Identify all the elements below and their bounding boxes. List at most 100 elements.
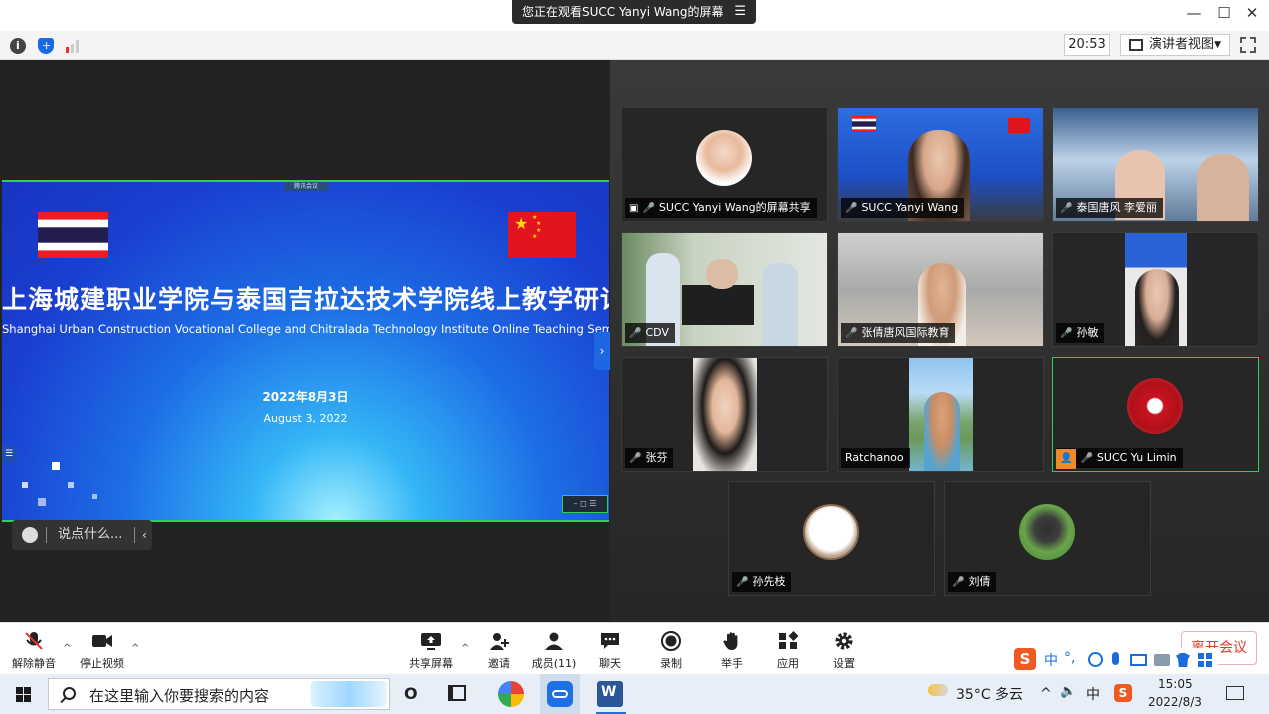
- chevron-left-icon[interactable]: ‹: [142, 520, 147, 550]
- participant-tile[interactable]: 🎤 孙先枝: [728, 481, 935, 596]
- voice-input-icon[interactable]: [1112, 652, 1119, 665]
- participant-face: [924, 392, 960, 471]
- fullscreen-icon[interactable]: [1240, 37, 1256, 53]
- mic-muted-icon: 🎤: [629, 453, 642, 464]
- shirt-icon[interactable]: [1176, 653, 1190, 667]
- ime-toolbar[interactable]: S 中 °,: [1012, 648, 1218, 670]
- share-screen-icon: [421, 633, 441, 650]
- decor-pixel: [52, 462, 60, 470]
- participant-tile[interactable]: 🎤 孙敏: [1052, 232, 1259, 347]
- ime-menu-icon[interactable]: [1198, 653, 1212, 667]
- avatar: [1127, 378, 1183, 434]
- screen-share-banner[interactable]: 您正在观看SUCC Yanyi Wang的屏幕 ☰: [512, 0, 756, 24]
- participant-label: 👤 🎤 SUCC Yu Limin: [1056, 448, 1183, 469]
- participant-name: CDV: [645, 326, 669, 339]
- shared-slide: 腾讯会议 ★ ★ ★ ★ ★ 上海城建职业学院与泰国吉拉达技术学院线上教学研讨会…: [2, 180, 609, 522]
- volume-icon[interactable]: 🔈: [1060, 684, 1076, 699]
- participant-label: Ratchanoo: [841, 448, 910, 468]
- security-shield-icon[interactable]: +: [38, 38, 54, 54]
- gear-icon: [835, 632, 853, 650]
- invite-button[interactable]: 邀请: [469, 631, 529, 671]
- participant-name: 泰国唐风 李爱丽: [1076, 201, 1157, 214]
- maximize-button[interactable]: ☐: [1214, 4, 1234, 22]
- participant-tile[interactable]: Ratchanoo: [837, 357, 1044, 472]
- collapse-panel-handle[interactable]: ›: [594, 332, 610, 370]
- participant-tile[interactable]: 🎤 张芬: [621, 357, 828, 472]
- mic-options-caret[interactable]: ^: [63, 643, 71, 654]
- add-user-icon: [490, 633, 509, 650]
- participant-tile[interactable]: 🎤 刘倩: [944, 481, 1151, 596]
- decor-pixel: [22, 482, 28, 488]
- apps-label: 应用: [777, 657, 799, 670]
- layout-icon: [1129, 39, 1143, 51]
- windows-start-icon[interactable]: [16, 687, 31, 702]
- participant-tile[interactable]: ▣ 🎤 SUCC Yanyi Wang的屏幕共享: [621, 107, 828, 222]
- signal-strength-icon[interactable]: [66, 38, 82, 54]
- cortana-icon[interactable]: O: [404, 684, 418, 703]
- unmute-label: 解除静音: [12, 657, 56, 670]
- ime-language[interactable]: 中: [1044, 650, 1058, 670]
- banner-menu-icon[interactable]: ☰: [734, 0, 746, 24]
- record-icon: [661, 631, 681, 651]
- slide-subtitle: Shanghai Urban Construction Vocational C…: [2, 322, 609, 336]
- mic-muted-icon: 🎤: [952, 577, 965, 588]
- search-placeholder: 在这里输入你要搜索的内容: [89, 687, 270, 705]
- decor-pixel: [92, 494, 97, 499]
- avatar: [803, 504, 859, 560]
- participant-label: 🎤 张芬: [625, 448, 674, 468]
- participant-face: [706, 259, 738, 289]
- sogou-logo-icon: S: [1014, 648, 1036, 670]
- emoji-icon[interactable]: [22, 527, 38, 543]
- view-label: 演讲者视图: [1149, 37, 1215, 52]
- close-button[interactable]: ✕: [1242, 4, 1262, 22]
- skin-icon[interactable]: [1154, 654, 1170, 666]
- raise-hand-button[interactable]: 举手: [702, 631, 762, 671]
- input-language-indicator[interactable]: 中: [1086, 684, 1100, 704]
- browser-app-icon[interactable]: [498, 681, 524, 707]
- share-screen-button[interactable]: 共享屏幕: [401, 631, 461, 671]
- info-icon[interactable]: i: [10, 38, 26, 54]
- side-menu-handle[interactable]: ☰: [2, 446, 16, 462]
- settings-button[interactable]: 设置: [814, 631, 874, 671]
- minimize-button[interactable]: —: [1184, 4, 1204, 22]
- members-label: 成员(11): [531, 657, 577, 670]
- divider: [134, 527, 135, 543]
- tray-expand-icon[interactable]: ^: [1040, 686, 1052, 702]
- taskbar-search-box[interactable]: 在这里输入你要搜索的内容: [48, 678, 390, 710]
- taskbar-time[interactable]: 15:05: [1158, 677, 1193, 691]
- participant-label: 🎤 刘倩: [948, 572, 997, 592]
- video-options-caret[interactable]: ^: [131, 643, 139, 654]
- stop-video-button[interactable]: 停止视频: [72, 631, 132, 671]
- slide-window-controls[interactable]: – ◻ ☰: [562, 495, 608, 513]
- unmute-button[interactable]: 解除静音: [4, 631, 64, 671]
- host-badge-icon: 👤: [1056, 449, 1077, 469]
- divider: [46, 527, 47, 543]
- word-app-icon[interactable]: W: [597, 681, 623, 707]
- weather-text[interactable]: 35°C 多云: [956, 684, 1023, 704]
- record-button[interactable]: 录制: [641, 631, 701, 671]
- task-view-icon[interactable]: [448, 685, 466, 701]
- chat-icon: [601, 633, 619, 649]
- chat-button[interactable]: 聊天: [580, 631, 640, 671]
- notification-icon[interactable]: [1226, 686, 1244, 700]
- mic-icon: 🎤: [1080, 453, 1093, 464]
- participant-tile[interactable]: 🎤 泰国唐风 李爱丽: [1052, 107, 1259, 222]
- participant-label: 🎤 CDV: [625, 323, 675, 343]
- speaker-view-dropdown[interactable]: 演讲者视图 ▼: [1120, 34, 1230, 56]
- participant-tile[interactable]: 🎤 SUCC Yanyi Wang: [837, 107, 1044, 222]
- taskbar-date[interactable]: 2022/8/3: [1148, 695, 1202, 709]
- sogou-tray-icon[interactable]: S: [1114, 684, 1132, 702]
- slide-title: 上海城建职业学院与泰国吉拉达技术学院线上教学研讨会: [2, 285, 609, 314]
- participant-name: SUCC Yanyi Wang的屏幕共享: [658, 201, 811, 214]
- participant-tile[interactable]: 🎤 张倩唐风国际教育: [837, 232, 1044, 347]
- participant-tile[interactable]: 🎤 CDV: [621, 232, 828, 347]
- emoji-icon[interactable]: [1088, 652, 1103, 667]
- members-button[interactable]: 成员(11): [524, 631, 584, 671]
- apps-button[interactable]: 应用: [758, 631, 818, 671]
- keyboard-icon[interactable]: [1130, 654, 1147, 666]
- windows-taskbar: 在这里输入你要搜索的内容 O W 35°C 多云 ^ 🔈 中 S 15:05 2…: [0, 674, 1269, 714]
- slide-tag: 腾讯会议: [284, 182, 328, 191]
- participant-tile-active-speaker[interactable]: 👤 🎤 SUCC Yu Limin: [1052, 357, 1259, 472]
- chat-input-box[interactable]: 说点什么... ‹: [12, 520, 152, 550]
- ime-punctuation[interactable]: °,: [1064, 650, 1075, 666]
